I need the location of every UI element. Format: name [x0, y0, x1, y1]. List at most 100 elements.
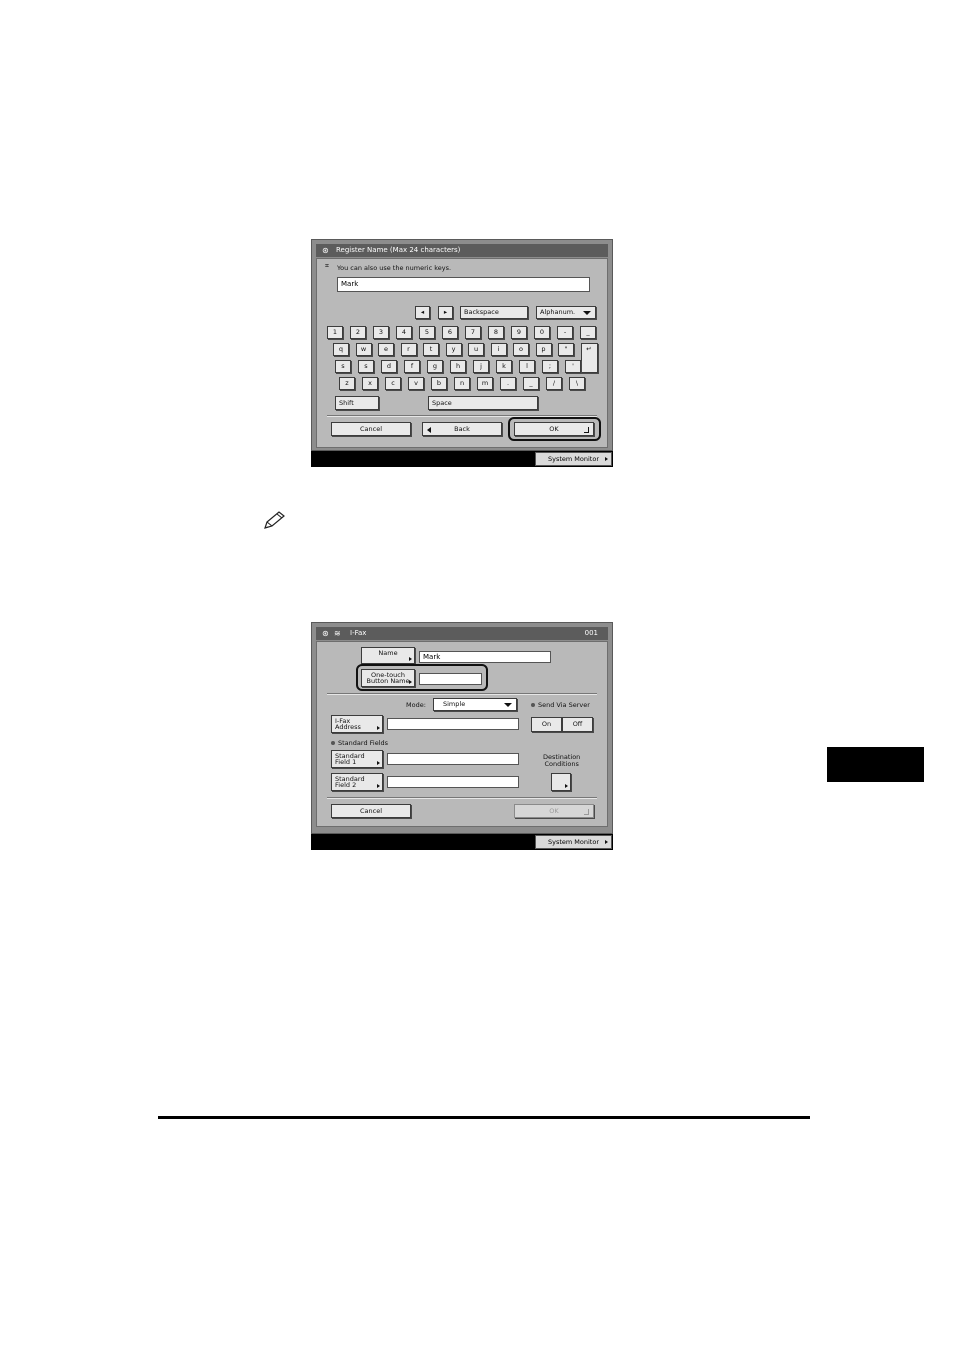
on-button[interactable]: On [531, 717, 562, 732]
onetouch-highlight [356, 664, 488, 691]
dialog-titlebar: ⊛ Register Name (Max 24 characters) [316, 244, 608, 257]
key-row2-7[interactable]: i [490, 343, 507, 356]
key-row1-7[interactable]: 8 [488, 326, 504, 339]
bullet-icon [331, 741, 335, 745]
system-monitor-label: System Monitor [547, 455, 599, 463]
key-row4-3[interactable]: v [408, 377, 424, 390]
key-row3-1[interactable]: s [358, 360, 374, 373]
key-row4-1[interactable]: x [362, 377, 378, 390]
key-row4-6[interactable]: m [477, 377, 493, 390]
mode-label: Mode: [406, 701, 426, 709]
key-row3-8[interactable]: l [519, 360, 535, 373]
key-row3-4[interactable]: g [427, 360, 443, 373]
chevron-down-icon [504, 703, 512, 707]
key-row1-4[interactable]: 5 [419, 326, 435, 339]
ok-highlight [508, 417, 601, 441]
cursor-left-button[interactable]: ◂ [415, 306, 430, 319]
cancel-button[interactable]: Cancel [331, 804, 411, 818]
key-row2-6[interactable]: u [468, 343, 484, 356]
divider-bottom [327, 797, 597, 799]
register-name-dialog: ⊛ Register Name (Max 24 characters) ⌗ Yo… [311, 239, 613, 451]
key-row4-7[interactable]: . [500, 377, 516, 390]
key-row2-0[interactable]: q [333, 343, 349, 356]
key-row1-2[interactable]: 3 [373, 326, 389, 339]
key-row2-9[interactable]: p [535, 343, 552, 356]
standard-field-2-input[interactable] [387, 776, 519, 788]
name-button[interactable]: Name [361, 647, 415, 664]
key-row1-10[interactable]: - [557, 326, 573, 339]
mode-select[interactable]: Simple [433, 698, 517, 711]
key-row3-6[interactable]: j [473, 360, 489, 373]
key-row2-10[interactable]: " [558, 343, 574, 356]
arrow-right-icon [565, 784, 568, 788]
off-button[interactable]: Off [562, 717, 593, 732]
key-row4-4[interactable]: b [431, 377, 447, 390]
key-row3-10[interactable]: ' [565, 360, 581, 373]
key-row2-2[interactable]: e [378, 343, 394, 356]
name-input[interactable]: Mark [337, 277, 590, 292]
key-row3-3[interactable]: f [404, 360, 420, 373]
key-row4-5[interactable]: n [454, 377, 470, 390]
key-row2-5[interactable]: y [445, 343, 462, 356]
arrow-right-icon [605, 457, 608, 461]
key-row4-9[interactable]: / [546, 377, 562, 390]
dialog-title: Register Name (Max 24 characters) [336, 246, 461, 254]
ok-label: OK [549, 806, 559, 815]
ifax-address-button[interactable]: I-Fax Address [331, 715, 383, 733]
key-row2-11[interactable]: ↵ [580, 343, 598, 373]
key-row2-3[interactable]: r [400, 343, 417, 356]
standard-field-2-button[interactable]: Standard Field 2 [331, 773, 383, 791]
key-row4-8[interactable]: _ [523, 377, 539, 390]
key-row1-11[interactable]: _ [580, 326, 596, 339]
standard-field-1-input[interactable] [387, 753, 519, 765]
key-row1-9[interactable]: 0 [534, 326, 550, 339]
key-row1-6[interactable]: 7 [465, 326, 481, 339]
key-row3-5[interactable]: h [450, 360, 466, 373]
bullet-icon [531, 703, 535, 707]
key-row4-10[interactable]: \ [569, 377, 585, 390]
key-row2-1[interactable]: w [355, 343, 372, 356]
key-row2-8[interactable]: o [513, 343, 529, 356]
entry-number: 001 [584, 629, 598, 637]
key-row3-0[interactable]: s [335, 360, 351, 373]
key-row1-8[interactable]: 9 [511, 326, 527, 339]
key-row3-2[interactable]: d [381, 360, 397, 373]
fax-icon: ≋ [334, 629, 341, 638]
cursor-right-button[interactable]: ▸ [438, 306, 453, 319]
dialog-body: ⌗ You can also use the numeric keys. Mar… [316, 258, 608, 448]
home-icon: ⊛ [322, 629, 329, 638]
arrow-right-icon [605, 840, 608, 844]
name-button-label: Name [378, 649, 398, 657]
key-row4-0[interactable]: z [339, 377, 355, 390]
ok-button[interactable]: OK [514, 804, 594, 818]
standard-field-1-button[interactable]: Standard Field 1 [331, 750, 383, 768]
key-row1-5[interactable]: 6 [442, 326, 458, 339]
name-field[interactable]: Mark [419, 651, 551, 663]
space-button[interactable]: Space [428, 396, 538, 410]
ifax-dialog: ⊛ ≋ I-Fax 001 Name Mark One-touch Button… [311, 622, 613, 834]
chapter-tab [827, 747, 924, 782]
cancel-button[interactable]: Cancel [331, 422, 411, 436]
arrow-right-icon [377, 761, 380, 765]
destination-conditions-button[interactable] [551, 773, 571, 791]
back-button[interactable]: Back [422, 422, 502, 436]
destination-conditions-label: Destination Conditions [543, 753, 580, 768]
back-label: Back [454, 424, 470, 433]
key-row1-0[interactable]: 1 [327, 326, 343, 339]
key-row3-9[interactable]: ; [542, 360, 558, 373]
system-monitor-label: System Monitor [547, 838, 599, 846]
key-row1-3[interactable]: 4 [396, 326, 412, 339]
send-via-server-label: Send Via Server [531, 701, 590, 709]
ifax-address-field[interactable] [387, 718, 519, 730]
backspace-button[interactable]: Backspace [460, 306, 528, 319]
shift-button[interactable]: Shift [335, 396, 379, 410]
page-rule [158, 1116, 810, 1119]
key-row1-1[interactable]: 2 [350, 326, 366, 339]
key-row3-7[interactable]: k [496, 360, 512, 373]
key-row4-2[interactable]: c [385, 377, 401, 390]
key-row2-4[interactable]: t [423, 343, 439, 356]
mode-select[interactable]: Alphanum. [536, 306, 596, 319]
system-monitor-button[interactable]: System Monitor [535, 835, 612, 849]
system-monitor-button[interactable]: System Monitor [535, 452, 612, 466]
home-icon: ⊛ [322, 246, 329, 255]
